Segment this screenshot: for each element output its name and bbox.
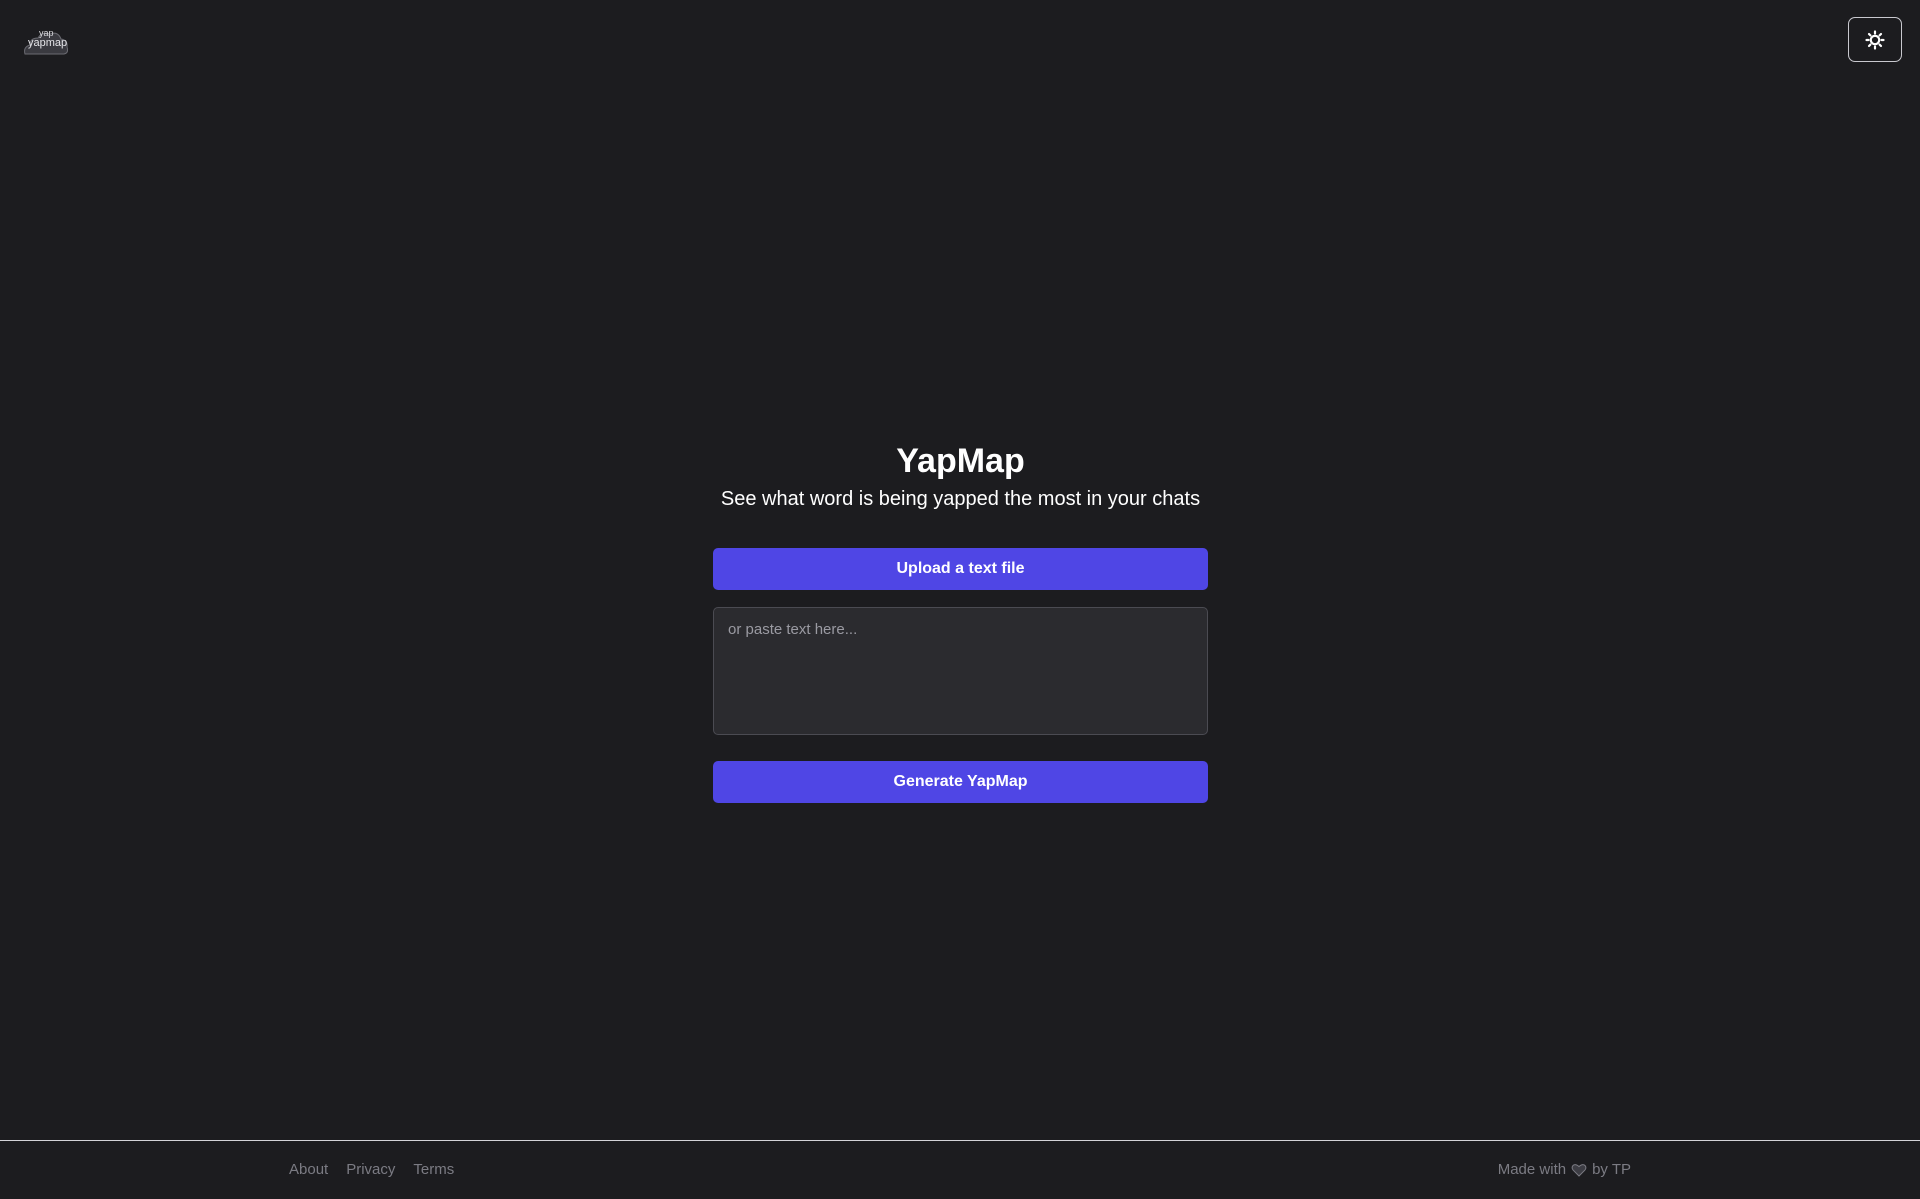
footer: About Privacy Terms Made with by TP: [0, 1140, 1920, 1199]
page: yap yapmap YapMap See what word is being…: [0, 0, 1920, 1199]
footer-link-about[interactable]: About: [289, 1161, 328, 1179]
made-with-suffix: by TP: [1592, 1161, 1631, 1178]
generate-yapmap-button[interactable]: Generate YapMap: [713, 761, 1208, 803]
upload-file-button[interactable]: Upload a text file: [713, 548, 1208, 590]
heart-icon: [1571, 1164, 1587, 1177]
main-panel: YapMap See what word is being yapped the…: [713, 440, 1208, 803]
theme-toggle-button[interactable]: [1848, 17, 1902, 62]
paste-text-input[interactable]: [713, 607, 1208, 735]
logo-text: yapmap: [28, 37, 68, 49]
footer-links: About Privacy Terms: [289, 1161, 454, 1179]
page-subtitle: See what word is being yapped the most i…: [720, 488, 1201, 510]
footer-link-terms[interactable]: Terms: [413, 1161, 454, 1179]
sun-icon: [1865, 29, 1885, 50]
made-with-prefix: Made with: [1497, 1161, 1567, 1178]
page-title: YapMap: [896, 442, 1025, 480]
made-with-credit: Made with by TP: [1498, 1161, 1631, 1179]
logo[interactable]: yap yapmap: [22, 26, 70, 56]
footer-link-privacy[interactable]: Privacy: [346, 1161, 395, 1179]
